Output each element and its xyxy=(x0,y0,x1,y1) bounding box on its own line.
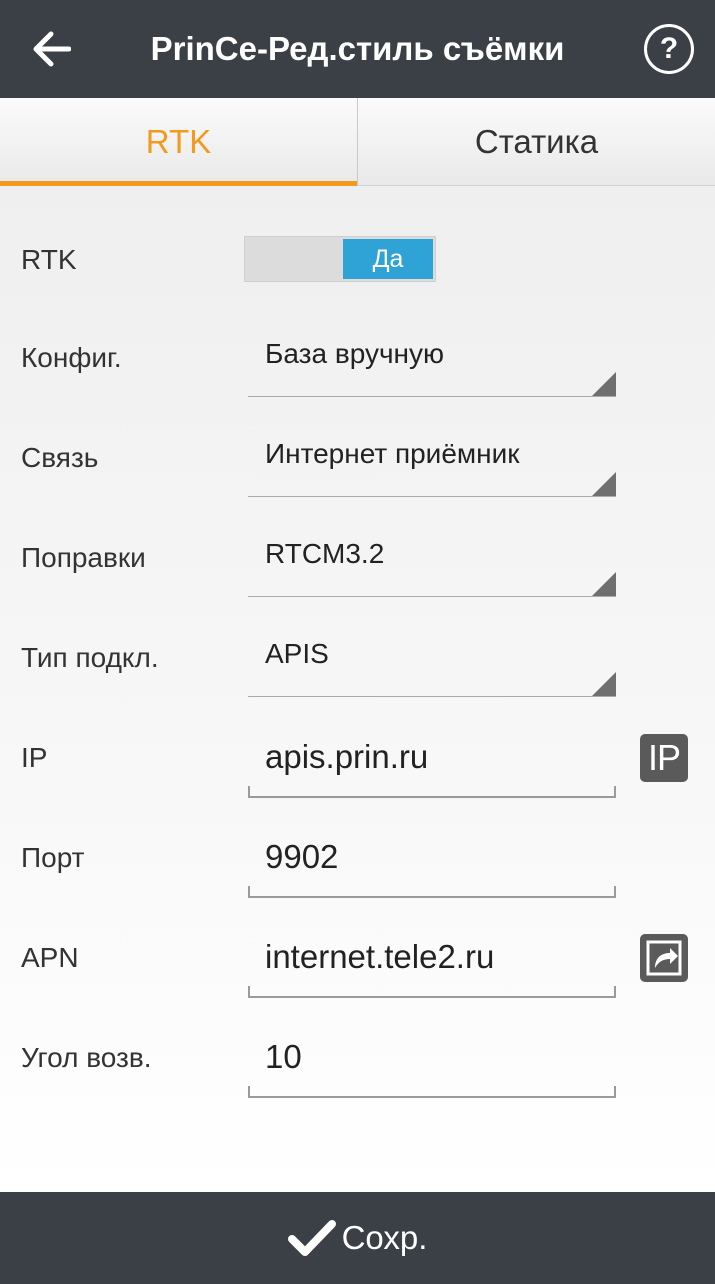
ip-row: IP apis.prin.ru IP xyxy=(0,698,715,798)
link-row: Связь Интернет приёмник xyxy=(0,398,715,498)
ip-input-value: apis.prin.ru xyxy=(265,738,429,775)
connection-type-select-value: APIS xyxy=(265,638,329,669)
tab-bar: RTK Статика xyxy=(0,98,715,186)
config-label: Конфиг. xyxy=(21,342,122,373)
connection-type-row: Тип подкл. APIS xyxy=(0,598,715,698)
apn-label: APN xyxy=(21,942,79,973)
external-link-icon xyxy=(646,940,682,976)
apn-input[interactable]: internet.tele2.ru xyxy=(248,898,616,998)
connection-type-label: Тип подкл. xyxy=(21,642,159,673)
link-select[interactable]: Интернет приёмник xyxy=(248,398,616,497)
config-row: Конфиг. База вручную xyxy=(0,298,715,398)
dropdown-arrow-icon xyxy=(592,472,616,496)
rtk-row: RTK Да xyxy=(0,210,715,310)
corrections-label: Поправки xyxy=(21,542,146,573)
port-row: Порт 9902 xyxy=(0,798,715,898)
ip-picker-button[interactable]: IP xyxy=(640,734,688,782)
dropdown-arrow-icon xyxy=(592,372,616,396)
arrow-left-icon xyxy=(33,31,71,67)
top-app-bar: PrinCe-Ред.стиль съёмки ? xyxy=(0,0,715,98)
tab-rtk[interactable]: RTK xyxy=(0,98,357,186)
apn-input-value: internet.tele2.ru xyxy=(265,938,495,975)
rtk-toggle-on-state: Да xyxy=(343,239,433,279)
corrections-select[interactable]: RTCM3.2 xyxy=(248,498,616,597)
ip-label: IP xyxy=(21,742,48,773)
checkmark-icon xyxy=(287,1220,336,1256)
help-icon: ? xyxy=(659,32,679,65)
elevation-angle-row: Угол возв. 10 xyxy=(0,998,715,1098)
save-button[interactable]: Сохр. xyxy=(287,1192,428,1284)
config-select[interactable]: База вручную xyxy=(248,298,616,397)
tab-static[interactable]: Статика xyxy=(357,98,715,185)
bottom-bar: Сохр. xyxy=(0,1192,715,1284)
config-select-value: База вручную xyxy=(265,338,445,369)
connection-type-select[interactable]: APIS xyxy=(248,598,616,697)
ip-icon: IP xyxy=(647,737,681,778)
rtk-toggle[interactable]: Да xyxy=(244,236,436,282)
port-label: Порт xyxy=(21,842,85,873)
link-select-value: Интернет приёмник xyxy=(265,438,520,469)
page-title: PrinCe-Ред.стиль съёмки xyxy=(150,30,565,67)
apn-picker-button[interactable] xyxy=(640,934,688,982)
dropdown-arrow-icon xyxy=(592,572,616,596)
settings-form: RTK Да Конфиг. База вручную Связь Интерн… xyxy=(0,186,715,1192)
dropdown-arrow-icon xyxy=(592,672,616,696)
save-label: Сохр. xyxy=(341,1219,428,1256)
back-button[interactable] xyxy=(24,24,78,74)
elevation-angle-input[interactable]: 10 xyxy=(248,998,616,1098)
apn-row: APN internet.tele2.ru xyxy=(0,898,715,998)
corrections-row: Поправки RTCM3.2 xyxy=(0,498,715,598)
link-label: Связь xyxy=(21,442,99,473)
ip-input[interactable]: apis.prin.ru xyxy=(248,698,616,798)
port-input[interactable]: 9902 xyxy=(248,798,616,898)
port-input-value: 9902 xyxy=(265,838,339,875)
rtk-label: RTK xyxy=(21,244,77,275)
corrections-select-value: RTCM3.2 xyxy=(265,538,385,569)
elevation-angle-label: Угол возв. xyxy=(21,1042,152,1073)
elevation-angle-input-value: 10 xyxy=(265,1038,302,1075)
help-button[interactable]: ? xyxy=(644,24,694,74)
